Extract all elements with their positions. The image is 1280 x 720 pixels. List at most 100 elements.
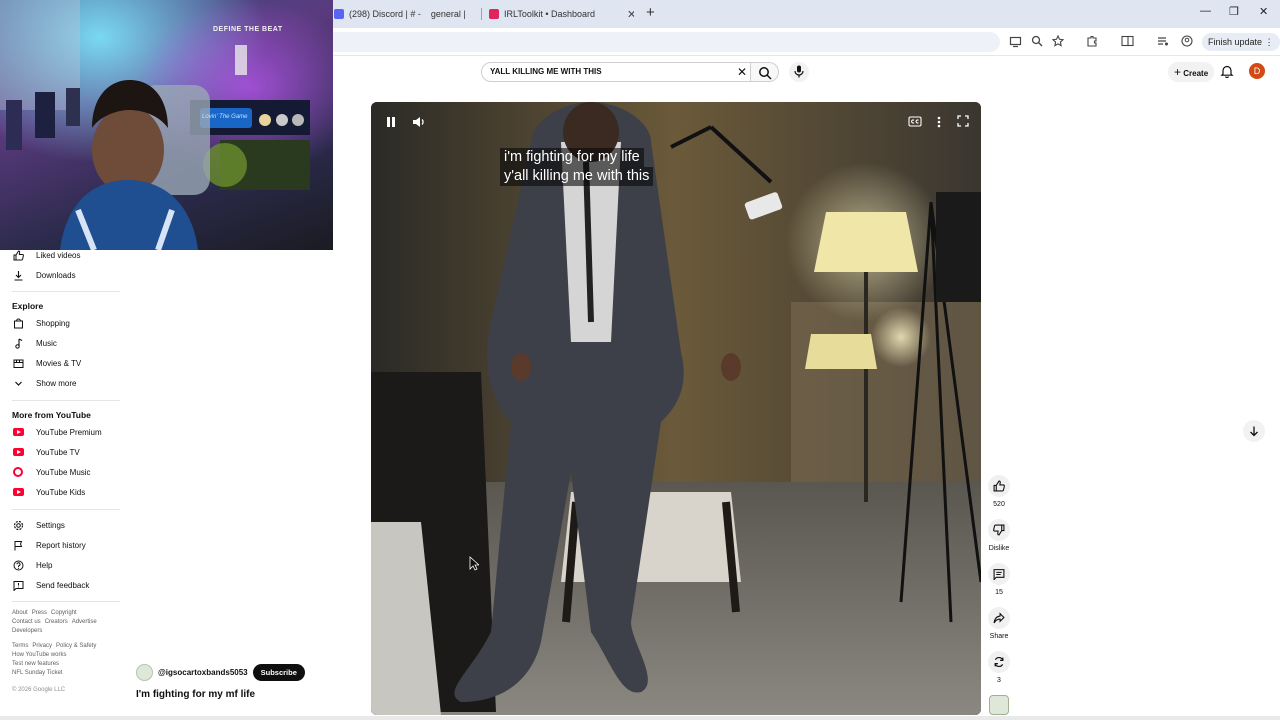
arrow-down-icon [1250, 426, 1258, 437]
footer-link[interactable]: Test new features [12, 661, 59, 667]
footer-link[interactable]: Press [32, 610, 47, 616]
close-tab-icon[interactable]: ✕ [627, 8, 634, 21]
closed-captions-icon[interactable] [908, 116, 922, 127]
sidebar-item-youtube-premium[interactable]: YouTube Premium [12, 425, 102, 439]
footer-link[interactable]: Contact us [12, 619, 41, 625]
channel-row: @igsocartoxbands5053 Subscribe [136, 663, 305, 681]
sidebar-item-liked-videos[interactable]: Liked videos [12, 248, 80, 262]
create-button[interactable]: + Create [1168, 62, 1215, 82]
volume-icon[interactable] [412, 115, 426, 129]
bottom-edge-bar [0, 716, 1280, 720]
bookmark-star-icon[interactable] [1052, 35, 1064, 47]
search-query-text: YALL KILLING ME WITH THIS [490, 67, 602, 76]
channel-handle[interactable]: @igsocartoxbands5053 [158, 668, 248, 677]
more-options-icon[interactable] [936, 115, 942, 129]
footer-link[interactable]: Privacy [32, 643, 52, 649]
clear-search-icon[interactable]: ✕ [737, 65, 747, 79]
video-player[interactable] [371, 102, 981, 715]
footer-link[interactable]: Copyright [51, 610, 77, 616]
youtube-premium-icon [12, 426, 24, 438]
tab-discord[interactable]: (298) Discord | # - general | ✕ [334, 4, 474, 24]
sidebar-item-downloads[interactable]: Downloads [12, 268, 76, 282]
sidebar-item-label: Downloads [36, 270, 76, 280]
feedback-icon [12, 579, 24, 591]
footer-link[interactable]: Creators [45, 619, 68, 625]
sidebar-item-shopping[interactable]: Shopping [12, 316, 70, 330]
sidebar-item-show-more[interactable]: Show more [12, 376, 76, 390]
new-tab-button[interactable]: + [646, 4, 655, 21]
create-label: Create [1183, 69, 1209, 78]
notifications-bell-icon[interactable] [1220, 64, 1234, 78]
sidebar-item-help[interactable]: Help [12, 558, 52, 572]
dislike-label: Dislike [988, 545, 1010, 552]
restore-icon[interactable]: ❐ [1229, 5, 1239, 18]
sidebar-item-label: YouTube Premium [36, 427, 102, 437]
tab-divider [481, 8, 482, 20]
more-from-youtube-heading: More from YouTube [12, 410, 91, 420]
copyright-text: © 2026 Google LLC [12, 687, 66, 693]
sidebar-item-label: Settings [36, 520, 65, 530]
voice-search-button[interactable] [789, 62, 809, 82]
short-title: I'm fighting for my mf life [136, 689, 256, 700]
channel-avatar[interactable] [136, 663, 153, 681]
finish-update-button[interactable]: Finish update ⋮ [1202, 33, 1280, 51]
more-vert-icon: ⋮ [1264, 37, 1274, 47]
window-close-icon[interactable]: ✕ [1259, 5, 1268, 18]
footer-link[interactable]: Developers [12, 628, 42, 634]
search-input[interactable]: YALL KILLING ME WITH THIS ✕ [481, 62, 751, 82]
sidebar-item-settings[interactable]: Settings [12, 518, 65, 532]
sound-thumbnail[interactable] [989, 695, 1009, 715]
youtube-music-icon [12, 466, 24, 478]
youtube-tv-icon [12, 446, 24, 458]
sidebar-item-youtube-music[interactable]: YouTube Music [12, 465, 91, 479]
film-icon [12, 357, 24, 369]
sidebar-item-report-history[interactable]: Report history [12, 538, 86, 552]
mouse-cursor-icon [469, 556, 479, 571]
profile-icon[interactable] [1181, 35, 1193, 47]
dislike-button[interactable]: Dislike [986, 519, 1012, 552]
media-controls-icon[interactable] [1157, 35, 1169, 47]
help-icon [12, 559, 24, 571]
footer-link[interactable]: About [12, 610, 28, 616]
remix-button[interactable]: 3 [986, 651, 1012, 684]
install-app-icon[interactable] [1009, 35, 1022, 48]
screen: (298) Discord | # - general | ✕ IRLToolk… [0, 0, 1280, 720]
account-avatar[interactable]: D [1249, 63, 1265, 79]
zoom-icon[interactable] [1031, 35, 1043, 47]
discord-icon [334, 9, 344, 19]
sidebar-item-label: Report history [36, 540, 86, 550]
sidebar-item-send-feedback[interactable]: Send feedback [12, 578, 89, 592]
footer-link[interactable]: Terms [12, 643, 28, 649]
sidebar-item-movies-tv[interactable]: Movies & TV [12, 356, 81, 370]
minimize-icon[interactable]: — [1200, 5, 1211, 17]
pause-icon[interactable] [386, 116, 396, 128]
flag-icon [12, 539, 24, 551]
sidebar-item-youtube-kids[interactable]: YouTube Kids [12, 485, 85, 499]
sidebar-item-music[interactable]: Music [12, 336, 57, 350]
webcam-scene [0, 0, 333, 250]
remix-icon [994, 656, 1004, 668]
fullscreen-icon[interactable] [957, 115, 969, 127]
comments-button[interactable]: 15 [986, 563, 1012, 596]
share-button[interactable]: Share [986, 607, 1012, 640]
side-panel-icon[interactable] [1121, 35, 1134, 47]
footer-link[interactable]: How YouTube works [12, 652, 66, 658]
tab-irltoolkit[interactable]: IRLToolkit • Dashboard ✕ [489, 4, 634, 24]
like-button[interactable]: 520 [986, 475, 1012, 508]
video-captions: i'm fighting for my life y'all killing m… [500, 148, 654, 186]
footer-link[interactable]: Policy & Safety [56, 643, 96, 649]
footer-links-row: Developers [12, 628, 46, 634]
footer-link[interactable]: NFL Sunday Ticket [12, 670, 62, 676]
like-count: 520 [993, 501, 1005, 508]
search-button[interactable] [751, 62, 779, 82]
footer-links-row: Contact us Creators Advertise [12, 619, 101, 625]
sidebar-item-youtube-tv[interactable]: YouTube TV [12, 445, 80, 459]
footer-links-row: NFL Sunday Ticket [12, 670, 66, 676]
footer-links-row: Test new features [12, 661, 63, 667]
music-note-icon [12, 337, 24, 349]
footer-link[interactable]: Advertise [72, 619, 97, 625]
subscribe-button[interactable]: Subscribe [252, 663, 305, 681]
microphone-icon [794, 65, 804, 78]
next-short-button[interactable] [1243, 420, 1265, 442]
extensions-icon[interactable] [1086, 35, 1098, 47]
